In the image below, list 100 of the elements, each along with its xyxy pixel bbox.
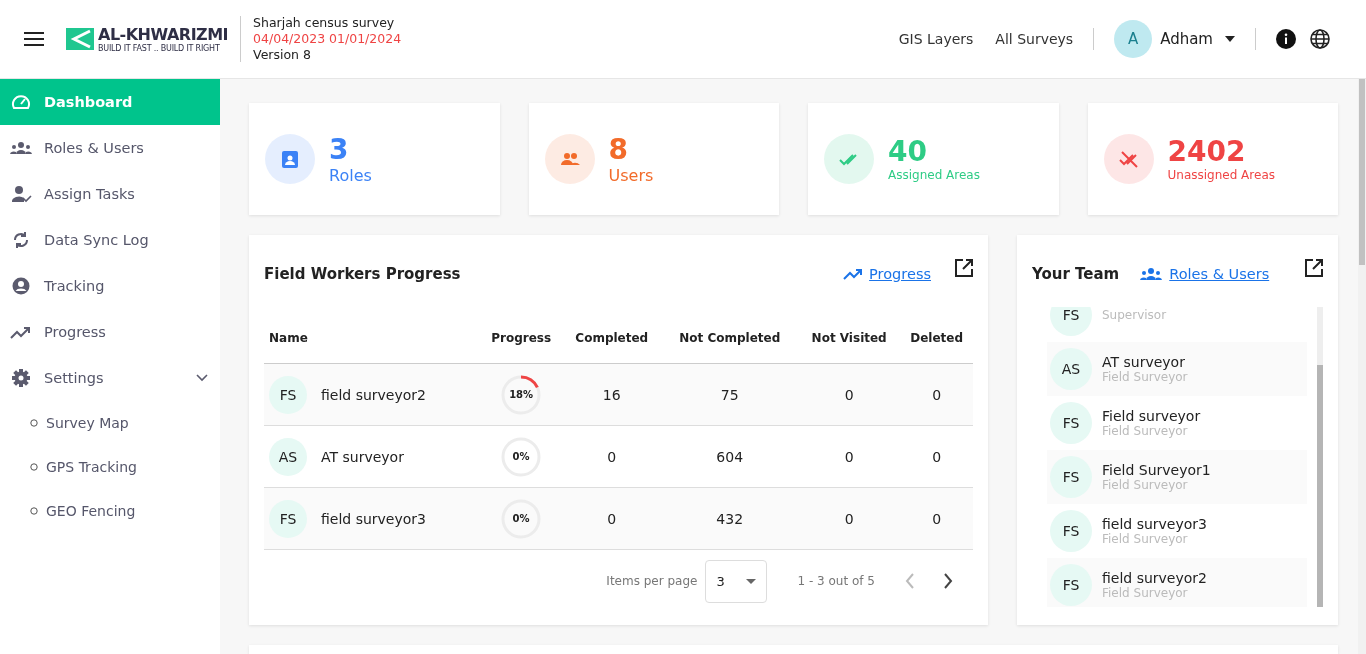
gauge-icon xyxy=(10,93,32,111)
stat-label: Assigned Areas xyxy=(888,168,980,182)
survey-dates: 04/04/2023 01/01/2024 xyxy=(253,31,402,47)
items-per-page-label: Items per page xyxy=(606,574,698,588)
table-cell: 0 xyxy=(607,510,617,527)
page-scrollbar-thumb[interactable] xyxy=(1359,79,1365,265)
worker-name: AT surveyor xyxy=(321,448,404,465)
caret-icon[interactable] xyxy=(1225,36,1235,42)
user-avatar: FS xyxy=(1050,402,1092,444)
table-cell: 0 xyxy=(932,386,942,403)
member-role: Field Surveyor xyxy=(1102,586,1189,600)
sidebar-subitem[interactable]: Survey Map xyxy=(0,401,220,445)
menu-icon[interactable] xyxy=(24,32,44,46)
member-name: AT surveyor xyxy=(1102,354,1186,370)
team-member[interactable]: AS AT surveyor Field Surveyor xyxy=(1047,342,1307,396)
page-size-select[interactable]: 3 xyxy=(705,559,768,603)
column-header: Not Visited xyxy=(811,331,887,345)
caret-icon xyxy=(746,578,757,584)
badge-icon xyxy=(279,148,301,170)
open-external-icon[interactable] xyxy=(955,259,973,277)
column-header: Completed xyxy=(575,331,649,345)
people-icon xyxy=(10,139,32,157)
circle-bullet-icon xyxy=(30,507,38,515)
next-page-icon[interactable] xyxy=(943,573,953,589)
user-avatar: FS xyxy=(1050,510,1092,552)
sidebar-subitem[interactable]: GPS Tracking xyxy=(0,445,220,489)
stat-value: 8 xyxy=(608,133,629,166)
trend-icon xyxy=(843,268,864,280)
user-avatar: AS xyxy=(1050,348,1092,390)
stat-label: Roles xyxy=(329,165,372,185)
table-cell: 432 xyxy=(716,510,744,527)
sidebar-item[interactable]: Progress xyxy=(0,309,220,355)
table-cell: 0 xyxy=(844,448,854,465)
scrollbar-thumb[interactable] xyxy=(1317,365,1323,607)
sidebar-subitem[interactable]: GEO Fencing xyxy=(0,489,220,533)
header-link[interactable]: GIS Layers xyxy=(898,31,974,47)
sidebar-item[interactable]: Assign Tasks xyxy=(0,171,220,217)
column-header: Progress xyxy=(491,331,552,345)
user-avatar[interactable]: A xyxy=(1114,20,1153,58)
settings-icon xyxy=(10,369,32,387)
member-name: field surveyor2 xyxy=(1102,570,1207,586)
progress-percent: 0% xyxy=(512,512,530,525)
panel-title: Your Team xyxy=(1032,265,1120,283)
stat-label: Unassigned Areas xyxy=(1167,168,1275,182)
member-role: Field Surveyor xyxy=(1102,478,1189,492)
worker-name: field surveyor3 xyxy=(321,510,426,527)
user-avatar: FS xyxy=(269,375,307,414)
column-header: Deleted xyxy=(910,331,964,345)
user-avatar: FS xyxy=(1050,564,1092,606)
table-cell: 75 xyxy=(720,386,739,403)
page-range: 1 - 3 out of 5 xyxy=(797,574,875,588)
people-icon xyxy=(1139,267,1164,281)
team-member[interactable]: FS Field Surveyor1 Field Surveyor xyxy=(1047,450,1307,504)
progress-link[interactable]: Progress xyxy=(869,266,931,282)
user-name[interactable]: Adham xyxy=(1160,30,1213,48)
sidebar-item[interactable]: Data Sync Log xyxy=(0,217,220,263)
stat-value: 2402 xyxy=(1167,136,1247,168)
sidebar-item[interactable]: Settings xyxy=(0,355,220,401)
user-avatar: FS xyxy=(1050,307,1092,336)
open-external-icon[interactable] xyxy=(1305,259,1323,277)
circle-bullet-icon xyxy=(30,463,38,471)
table-cell: 16 xyxy=(602,386,621,403)
table-cell: 0 xyxy=(607,448,617,465)
crossed-check-icon xyxy=(1117,148,1140,170)
member-name: field surveyor3 xyxy=(1102,516,1207,532)
table-cell: 0 xyxy=(932,448,942,465)
user-avatar: FS xyxy=(269,499,307,538)
roles-users-link[interactable]: Roles & Users xyxy=(1169,266,1270,282)
column-header: Name xyxy=(269,331,308,345)
progress-percent: 0% xyxy=(512,450,530,463)
user-avatar: FS xyxy=(1050,456,1092,498)
member-role: Field Surveyor xyxy=(1102,532,1189,546)
table-cell: 0 xyxy=(932,510,942,527)
survey-version: Version 8 xyxy=(253,47,312,63)
panel-title: Field Workers Progress xyxy=(264,265,461,283)
member-role: Supervisor xyxy=(1102,308,1167,322)
globe-icon[interactable] xyxy=(1310,29,1330,49)
stat-value: 40 xyxy=(888,136,928,168)
team-member[interactable]: FS Supervisor xyxy=(1047,307,1307,342)
chevron-icon[interactable] xyxy=(196,374,208,382)
team-member[interactable]: FS Field surveyor Field Surveyor xyxy=(1047,396,1307,450)
team-member[interactable]: FS field surveyor2 Field Surveyor xyxy=(1047,558,1307,607)
sidebar-item[interactable]: Tracking xyxy=(0,263,220,309)
member-role: Field Surveyor xyxy=(1102,370,1188,384)
member-name: Field surveyor xyxy=(1102,408,1201,424)
team-member[interactable]: FS field surveyor3 Field Surveyor xyxy=(1047,504,1307,558)
stat-label: Users xyxy=(608,165,654,185)
column-header: Not Completed xyxy=(679,331,781,345)
table-cell: 0 xyxy=(844,510,854,527)
progress-percent: 18% xyxy=(509,388,534,401)
table-cell: 0 xyxy=(844,386,854,403)
info-icon[interactable] xyxy=(1276,29,1296,49)
progress-ring xyxy=(501,374,542,415)
header-link[interactable]: All Surveys xyxy=(995,31,1074,47)
sidebar-item[interactable]: Roles & Users xyxy=(0,125,220,171)
worker-name: field surveyor2 xyxy=(321,386,426,403)
member-role: Field Surveyor xyxy=(1102,424,1189,438)
brand-name: AL-KHWARIZMI xyxy=(98,25,229,44)
member-name: Field Surveyor1 xyxy=(1102,462,1211,478)
user-avatar: AS xyxy=(269,437,307,476)
